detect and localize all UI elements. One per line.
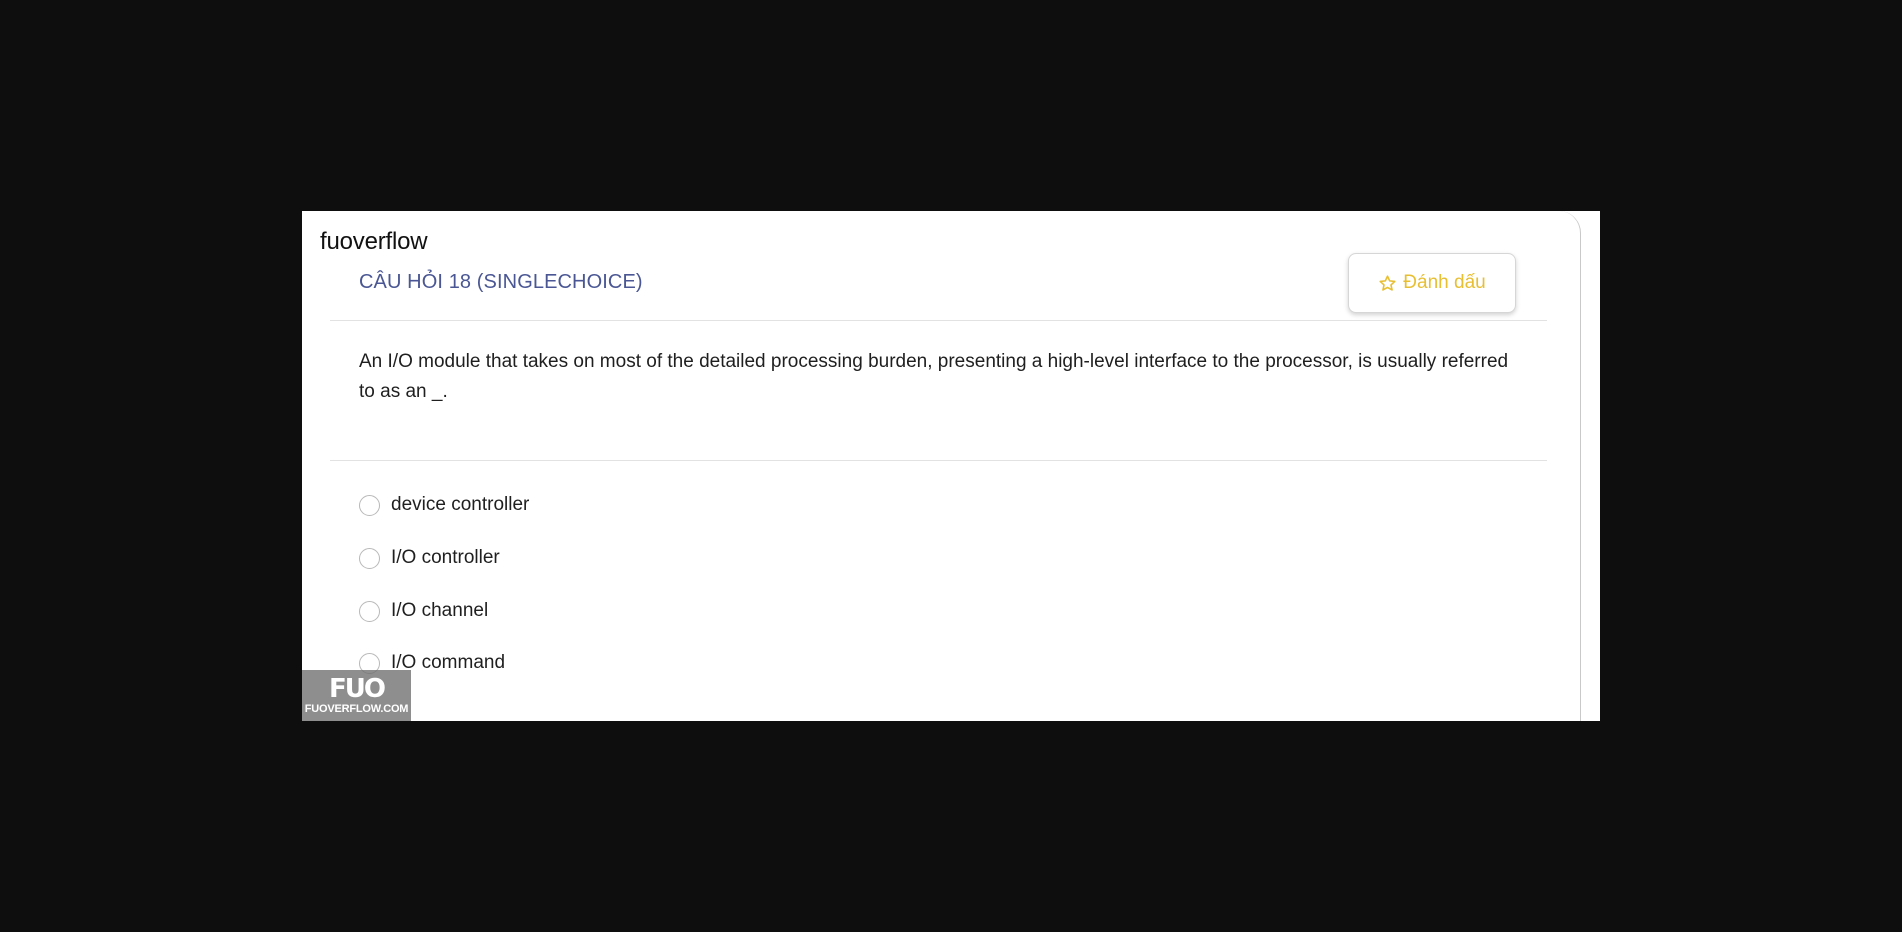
star-outline-icon: [1379, 274, 1396, 291]
answer-option-label: I/O channel: [391, 600, 489, 621]
answer-option[interactable]: device controller: [359, 490, 529, 520]
bookmark-button[interactable]: Đánh dấu: [1348, 253, 1516, 313]
screen-backdrop: fuoverflow CÂU HỎI 18 (SINGLECHOICE) Đán…: [0, 0, 1902, 932]
divider: [330, 320, 1547, 321]
answer-option[interactable]: I/O channel: [359, 596, 488, 626]
radio-button[interactable]: [359, 600, 380, 622]
answer-option-label: I/O controller: [391, 547, 500, 568]
brand-name: fuoverflow: [320, 228, 428, 255]
radio-button[interactable]: [359, 494, 380, 516]
answer-option-label: device controller: [391, 494, 530, 515]
radio-button[interactable]: [359, 547, 380, 569]
watermark-site: FUOVERFLOW.COM: [304, 702, 409, 715]
answer-option[interactable]: I/O controller: [359, 543, 500, 573]
divider: [330, 460, 1547, 461]
page-viewport: fuoverflow CÂU HỎI 18 (SINGLECHOICE) Đán…: [302, 211, 1600, 721]
question-title: CÂU HỎI 18 (SINGLECHOICE): [359, 271, 643, 293]
question-card: fuoverflow CÂU HỎI 18 (SINGLECHOICE) Đán…: [302, 211, 1581, 721]
question-text: An I/O module that takes on most of the …: [359, 351, 1509, 402]
watermark: FUO FUOVERFLOW.COM: [302, 670, 411, 721]
bookmark-label: Đánh dấu: [1403, 272, 1486, 293]
watermark-logo: FUO: [329, 673, 386, 704]
